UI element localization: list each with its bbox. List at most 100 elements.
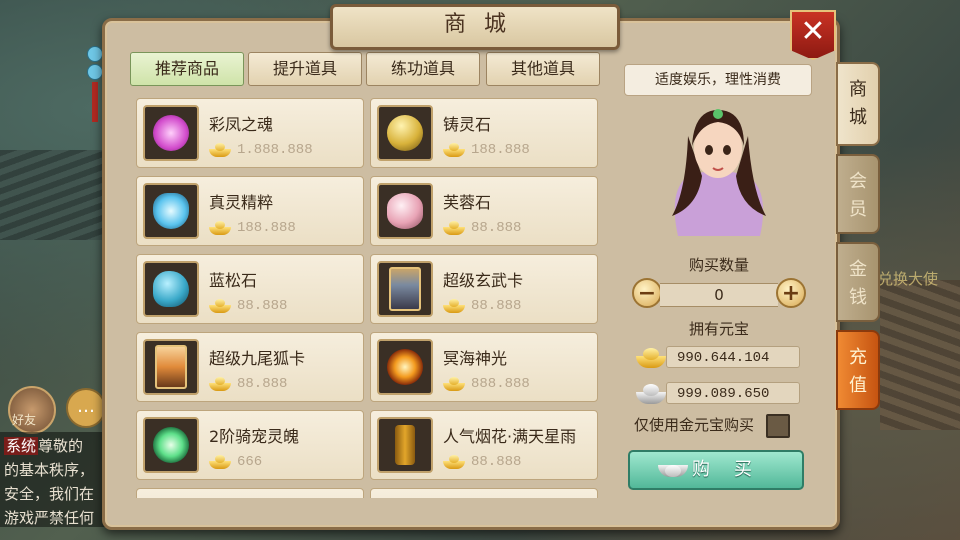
product-card[interactable]: 2阶骑宠灵魄 666 xyxy=(136,410,364,480)
product-price: 888.888 xyxy=(471,375,530,392)
tab-upgrade-items[interactable]: 提升道具 xyxy=(248,52,362,86)
product-name: 人气烟花·满天星雨 xyxy=(443,427,577,446)
product-price: 1.888.888 xyxy=(237,141,313,158)
shop-title: 商城 xyxy=(443,12,524,37)
gold-ingot-icon xyxy=(209,298,231,313)
product-price: 88.888 xyxy=(471,453,522,470)
gold-stone-icon xyxy=(377,105,433,161)
blue-vase-icon xyxy=(143,183,199,239)
pink-orb-icon xyxy=(143,105,199,161)
product-price: 88.888 xyxy=(237,297,288,314)
close-button[interactable]: ✕ xyxy=(790,10,836,60)
side-tab-money[interactable]: 金钱 xyxy=(836,242,880,322)
product-grid: 彩凤之魂 1.888.888 铸灵石 188.888 真灵精粹 188.888 … xyxy=(130,94,600,498)
gold-ingot-icon xyxy=(209,142,231,157)
product-price: 88.888 xyxy=(237,375,288,392)
buy-button-label: 购买 xyxy=(692,459,776,480)
product-card[interactable]: 芙蓉石 88.888 xyxy=(370,176,598,246)
chat-line: 的基本秩序， xyxy=(4,461,95,479)
quantity-label: 购买数量 xyxy=(688,256,749,274)
product-price-row: 88.888 xyxy=(209,295,287,317)
product-card[interactable] xyxy=(136,488,364,498)
ornament-tassel xyxy=(92,82,98,122)
purchase-side-panel: 适度娱乐，理性消费 购买数量 − 0 + 拥有元宝 990.644.104 99… xyxy=(618,56,820,496)
pink-stone-icon xyxy=(377,183,433,239)
silver-balance-value: 999.089.650 xyxy=(666,382,800,404)
gold-ingot-icon xyxy=(443,376,465,391)
product-name: 超级九尾狐卡 xyxy=(209,349,306,368)
gold-ingot-icon xyxy=(209,220,231,235)
gold-ingot-icon xyxy=(443,454,465,469)
decrease-quantity-button[interactable]: − xyxy=(632,278,662,308)
background-roof-right xyxy=(880,280,960,430)
product-price-row: 88.888 xyxy=(443,217,521,239)
product-price-row: 188.888 xyxy=(209,217,296,239)
product-price-row: 188.888 xyxy=(443,139,530,161)
increase-quantity-button[interactable]: + xyxy=(776,278,806,308)
product-price-row: 88.888 xyxy=(209,373,287,395)
gold-ingot-icon xyxy=(443,298,465,313)
chat-line: 尊敬的 xyxy=(38,437,84,455)
owned-ingots-label: 拥有元宝 xyxy=(688,320,749,338)
side-tab-vip[interactable]: 会员 xyxy=(836,154,880,234)
product-card[interactable]: 人气烟花·满天星雨 88.888 xyxy=(370,410,598,480)
gold-ingot-icon xyxy=(209,376,231,391)
side-tab-label: 会员 xyxy=(849,171,867,220)
product-price-row: 666 xyxy=(209,451,262,473)
product-card[interactable] xyxy=(370,488,598,498)
gold-ingot-balance: 990.644.104 xyxy=(632,344,804,370)
product-price: 666 xyxy=(237,453,263,470)
product-card[interactable]: 冥海神光 888.888 xyxy=(370,332,598,402)
product-name: 2阶骑宠灵魄 xyxy=(209,427,300,446)
friend-label: 好友 xyxy=(12,413,37,427)
product-price-row: 88.888 xyxy=(443,295,521,317)
product-card[interactable]: 蓝松石 88.888 xyxy=(136,254,364,324)
product-name: 真灵精粹 xyxy=(209,193,274,212)
tab-other-items[interactable]: 其他道具 xyxy=(486,52,600,86)
side-tab-recharge[interactable]: 充值 xyxy=(836,330,880,410)
chat-line: 安全，我们在 xyxy=(4,485,95,503)
product-price-row: 88.888 xyxy=(443,451,521,473)
chat-line: 游戏严禁任何 xyxy=(4,509,95,527)
product-card[interactable]: 超级九尾狐卡 88.888 xyxy=(136,332,364,402)
product-price: 188.888 xyxy=(237,219,296,236)
ornament-bead-icon xyxy=(87,64,103,80)
merchant-portrait-icon xyxy=(672,109,766,236)
buy-button[interactable]: 购买 xyxy=(628,450,804,490)
quantity-stepper: − 0 + xyxy=(632,278,806,310)
tab-recommended[interactable]: 推荐商品 xyxy=(130,52,244,86)
gold-ingot-icon xyxy=(209,454,231,469)
silver-ingot-icon xyxy=(656,461,688,479)
gold-balance-value: 990.644.104 xyxy=(666,346,800,368)
product-card[interactable]: 彩凤之魂 1.888.888 xyxy=(136,98,364,168)
product-name: 芙蓉石 xyxy=(443,193,492,212)
sunburst-icon xyxy=(377,339,433,395)
tab-training-items[interactable]: 练功道具 xyxy=(366,52,480,86)
silver-ingot-balance: 999.089.650 xyxy=(632,380,804,406)
product-name: 冥海神光 xyxy=(443,349,508,368)
product-name: 蓝松石 xyxy=(209,271,258,290)
green-orb-icon xyxy=(143,417,199,473)
only-gold-checkbox[interactable] xyxy=(766,414,790,438)
firework-icon xyxy=(377,417,433,473)
product-card[interactable]: 铸灵石 188.888 xyxy=(370,98,598,168)
product-price-row: 1.888.888 xyxy=(209,139,313,161)
product-price-row: 888.888 xyxy=(443,373,530,395)
fox-card-icon xyxy=(143,339,199,395)
product-card[interactable]: 超级玄武卡 88.888 xyxy=(370,254,598,324)
chat-log: 系统 尊敬的 的基本秩序， 安全，我们在 游戏严禁任何 xyxy=(0,432,110,527)
quantity-input[interactable]: 0 xyxy=(660,283,778,307)
side-tab-shop[interactable]: 商城 xyxy=(836,62,880,146)
chat-bubble-icon[interactable]: … xyxy=(66,388,106,428)
silver-ingot-icon xyxy=(634,380,668,406)
only-gold-label: 仅使用金元宝购买 xyxy=(634,416,755,434)
xuanwu-card-icon xyxy=(377,261,433,317)
gold-ingot-icon xyxy=(443,142,465,157)
gold-ingot-add-icon[interactable] xyxy=(634,344,668,370)
shop-title-plate: 商城 xyxy=(330,4,620,50)
product-name: 超级玄武卡 xyxy=(443,271,524,290)
product-card[interactable]: 真灵精粹 188.888 xyxy=(136,176,364,246)
product-price: 88.888 xyxy=(471,297,522,314)
gold-ingot-icon xyxy=(443,220,465,235)
ornament-bead-icon xyxy=(87,46,103,62)
